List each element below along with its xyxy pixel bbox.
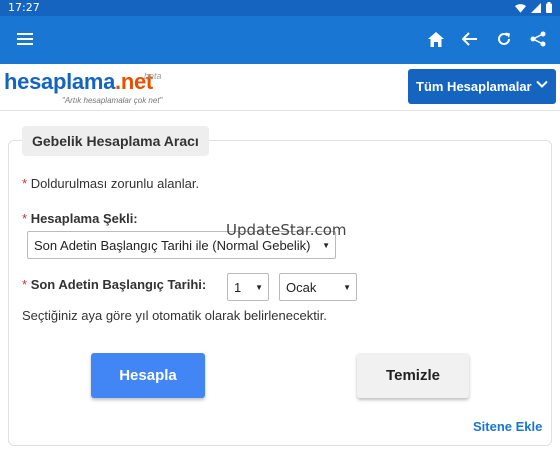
required-note: * Doldurulması zorunlu alanlar. [22, 176, 199, 191]
battery-icon [546, 2, 552, 16]
logo-text: hesaplama.net [4, 69, 153, 94]
day-select-value: 1 [234, 279, 242, 295]
date-label-text: Son Adetin Başlangıç Tarihi: [30, 277, 207, 292]
all-calculations-button[interactable]: Tüm Hesaplamalar [408, 69, 556, 104]
site-header: hesaplama.net beta "Artık hesaplamalar ç… [0, 61, 560, 111]
clock: 17:27 [8, 1, 40, 14]
menu-icon[interactable] [13, 27, 37, 51]
wifi-icon [515, 3, 526, 16]
back-arrow-icon[interactable] [458, 27, 482, 51]
required-star: * [22, 176, 28, 191]
logo-beta: beta [144, 71, 162, 81]
method-label: * Hesaplama Şekli: [22, 211, 138, 226]
home-icon[interactable] [424, 27, 448, 51]
all-calculations-label: Tüm Hesaplamalar [416, 79, 532, 94]
card-title: Gebelik Hesaplama Aracı [22, 126, 209, 156]
add-to-site-link[interactable]: Sitene Ekle [473, 419, 542, 434]
chevron-down-icon [536, 78, 548, 93]
clear-button[interactable]: Temizle [357, 353, 469, 398]
select-arrow-icon: ▼ [343, 283, 351, 292]
select-arrow-icon: ▼ [322, 241, 330, 250]
required-note-text: Doldurulması zorunlu alanlar. [30, 176, 200, 191]
date-label: * Son Adetin Başlangıç Tarihi: [22, 277, 206, 292]
share-icon[interactable] [526, 27, 550, 51]
calculate-button[interactable]: Hesapla [91, 353, 205, 398]
month-select-value: Ocak [286, 279, 317, 295]
month-select[interactable]: Ocak ▼ [279, 273, 357, 301]
info-text: Seçtiğiniz aya göre yıl otomatik olarak … [22, 308, 327, 323]
select-arrow-icon: ▼ [255, 283, 263, 292]
day-select[interactable]: 1 ▼ [227, 273, 269, 301]
refresh-icon[interactable] [492, 27, 516, 51]
method-select-value: Son Adetin Başlangıç Tarihi ile (Normal … [34, 237, 311, 253]
logo-tagline: "Artık hesaplamalar çok net" [62, 96, 163, 105]
signal-icon [531, 2, 541, 16]
app-bar [0, 16, 560, 61]
status-bar: 17:27 [0, 0, 560, 16]
site-logo[interactable]: hesaplama.net beta "Artık hesaplamalar ç… [4, 69, 162, 105]
required-star: * [22, 277, 28, 292]
required-star: * [22, 211, 28, 226]
watermark: UpdateStar.com [226, 221, 347, 239]
method-label-text: Hesaplama Şekli: [30, 211, 138, 226]
